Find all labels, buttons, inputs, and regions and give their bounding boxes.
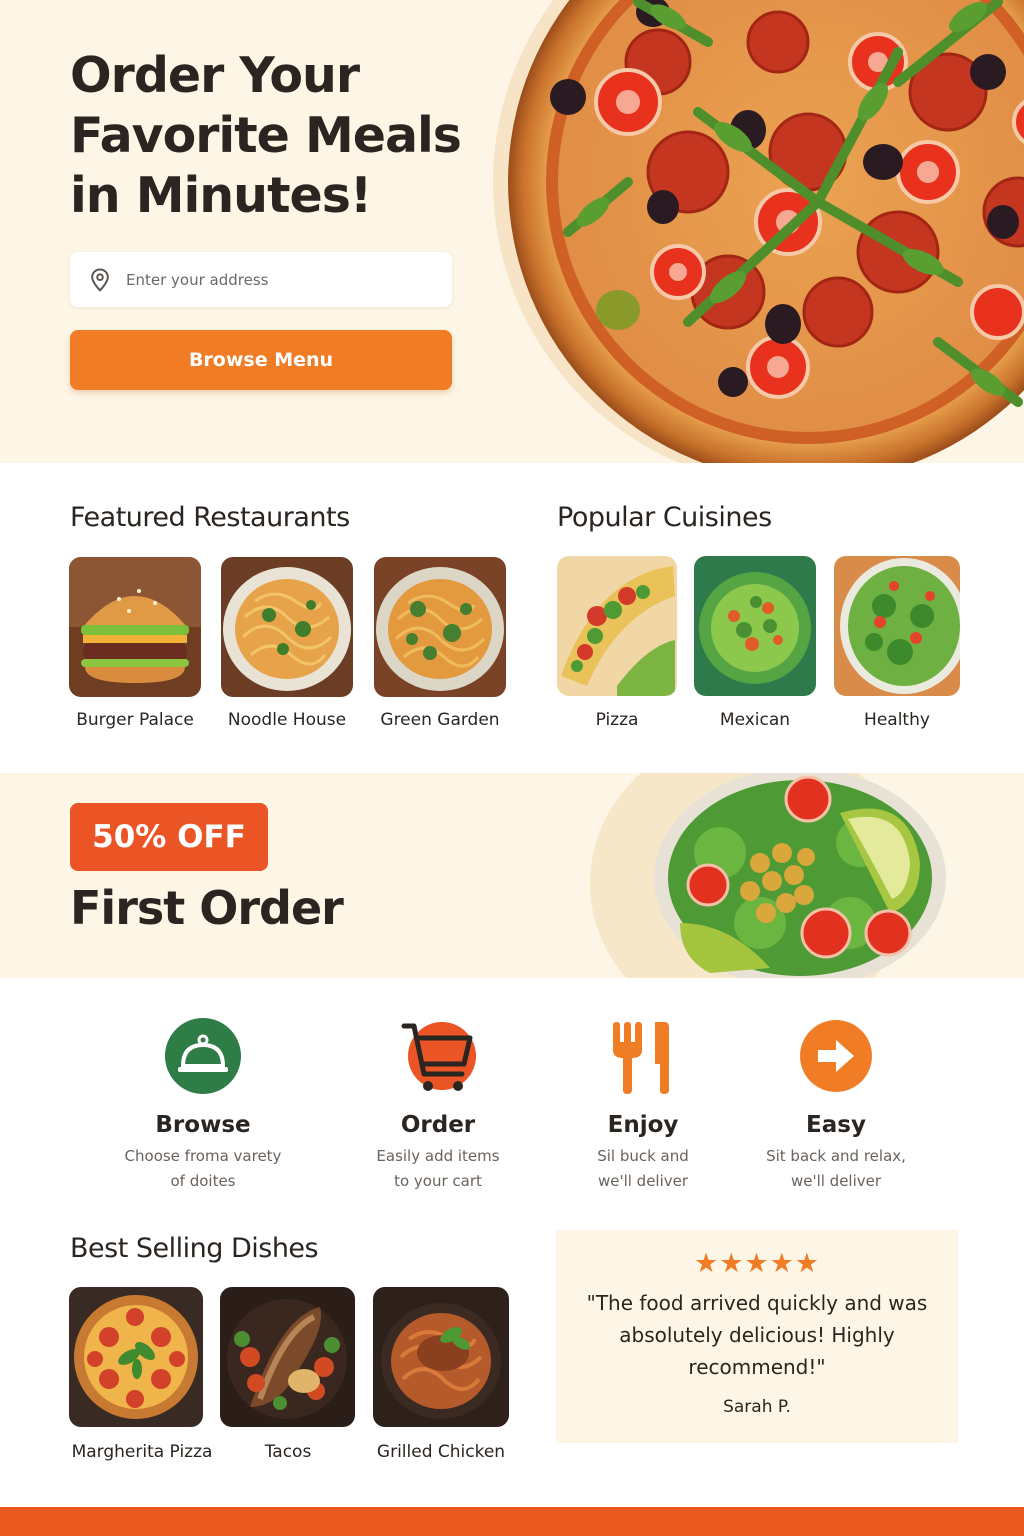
hero-section: Order Your Favorite Meals in Minutes! Br… — [0, 0, 1024, 463]
dish-label: Grilled Chicken — [376, 1442, 506, 1462]
restaurant-card-noodles[interactable] — [221, 557, 353, 697]
cuisine-label: Healthy — [864, 710, 930, 730]
dish-label: Margherita Pizza — [71, 1442, 213, 1462]
best-selling-title: Best Selling Dishes — [70, 1233, 319, 1264]
cart-icon — [401, 1022, 476, 1091]
step-order: Order Easily add items to your cart — [338, 1018, 538, 1194]
pizza-image — [69, 1287, 203, 1427]
step-desc: Sit back and relax, we'll deliver — [766, 1147, 906, 1190]
cuisines-title: Popular Cuisines — [557, 502, 772, 533]
restaurant-label: Noodle House — [227, 710, 347, 730]
taco-image — [557, 556, 677, 696]
testimonial-card: ★★★★★ "The food arrived quickly and was … — [556, 1230, 958, 1443]
footer-bar — [0, 1507, 1024, 1536]
address-input[interactable] — [126, 270, 416, 289]
noodles-broccoli-image — [374, 557, 506, 697]
salad-bowl-image — [590, 773, 946, 978]
noodles-image — [221, 557, 353, 697]
salad-bowl-green-image — [694, 556, 816, 696]
step-desc: Choose froma varety of doites — [124, 1147, 282, 1190]
step-title: Enjoy — [607, 1112, 679, 1138]
testimonial-quote: "The food arrived quickly and was absolu… — [586, 1291, 928, 1379]
step-title: Browse — [155, 1112, 251, 1138]
promo-banner[interactable]: 50% OFF First Order — [0, 773, 1024, 978]
cuisine-card-healthy[interactable] — [834, 556, 960, 696]
step-title: Easy — [806, 1112, 866, 1138]
salad-image — [834, 556, 960, 696]
location-pin-icon — [91, 267, 109, 292]
address-field[interactable] — [70, 252, 452, 307]
step-desc: Easily add items to your cart — [376, 1147, 500, 1190]
step-easy: Easy Sit back and relax, we'll deliver — [736, 1018, 936, 1194]
discount-badge: 50% OFF — [70, 803, 268, 871]
dish-label: Tacos — [264, 1442, 312, 1462]
step-desc: Sil buck and we'll deliver — [597, 1147, 689, 1190]
arrow-icon — [800, 1020, 872, 1092]
browse-menu-button[interactable]: Browse Menu — [70, 330, 452, 390]
restaurant-card-green-garden[interactable] — [374, 557, 506, 697]
utensils-icon — [613, 1022, 669, 1094]
tacos-image — [220, 1287, 355, 1427]
restaurant-label: Burger Palace — [76, 710, 194, 730]
dish-card-chicken[interactable] — [373, 1287, 509, 1427]
burger-image — [69, 557, 201, 697]
featured-title: Featured Restaurants — [70, 502, 350, 533]
cuisine-card-mexican[interactable] — [694, 556, 816, 696]
cuisine-card-pizza[interactable] — [557, 556, 677, 696]
step-title: Order — [400, 1112, 476, 1138]
dish-card-tacos[interactable] — [220, 1287, 355, 1427]
promo-title: First Order — [70, 881, 344, 935]
restaurant-label: Green Garden — [380, 710, 500, 730]
dish-card-pizza[interactable] — [69, 1287, 203, 1427]
chicken-image — [373, 1287, 509, 1427]
hero-title: Order Your Favorite Meals in Minutes! — [70, 47, 462, 224]
step-enjoy: Enjoy Sil buck and we'll deliver — [543, 1018, 743, 1194]
cloche-icon — [165, 1018, 241, 1094]
testimonial-author: Sarah P. — [723, 1397, 791, 1417]
hero-pizza-image — [493, 0, 1024, 463]
cuisine-label: Mexican — [719, 710, 791, 730]
restaurant-card-burger[interactable] — [69, 557, 201, 697]
rating-stars: ★★★★★ — [693, 1248, 821, 1279]
step-browse: Browse Choose froma varety of doites — [103, 1018, 303, 1194]
cuisine-label: Pizza — [595, 710, 639, 730]
